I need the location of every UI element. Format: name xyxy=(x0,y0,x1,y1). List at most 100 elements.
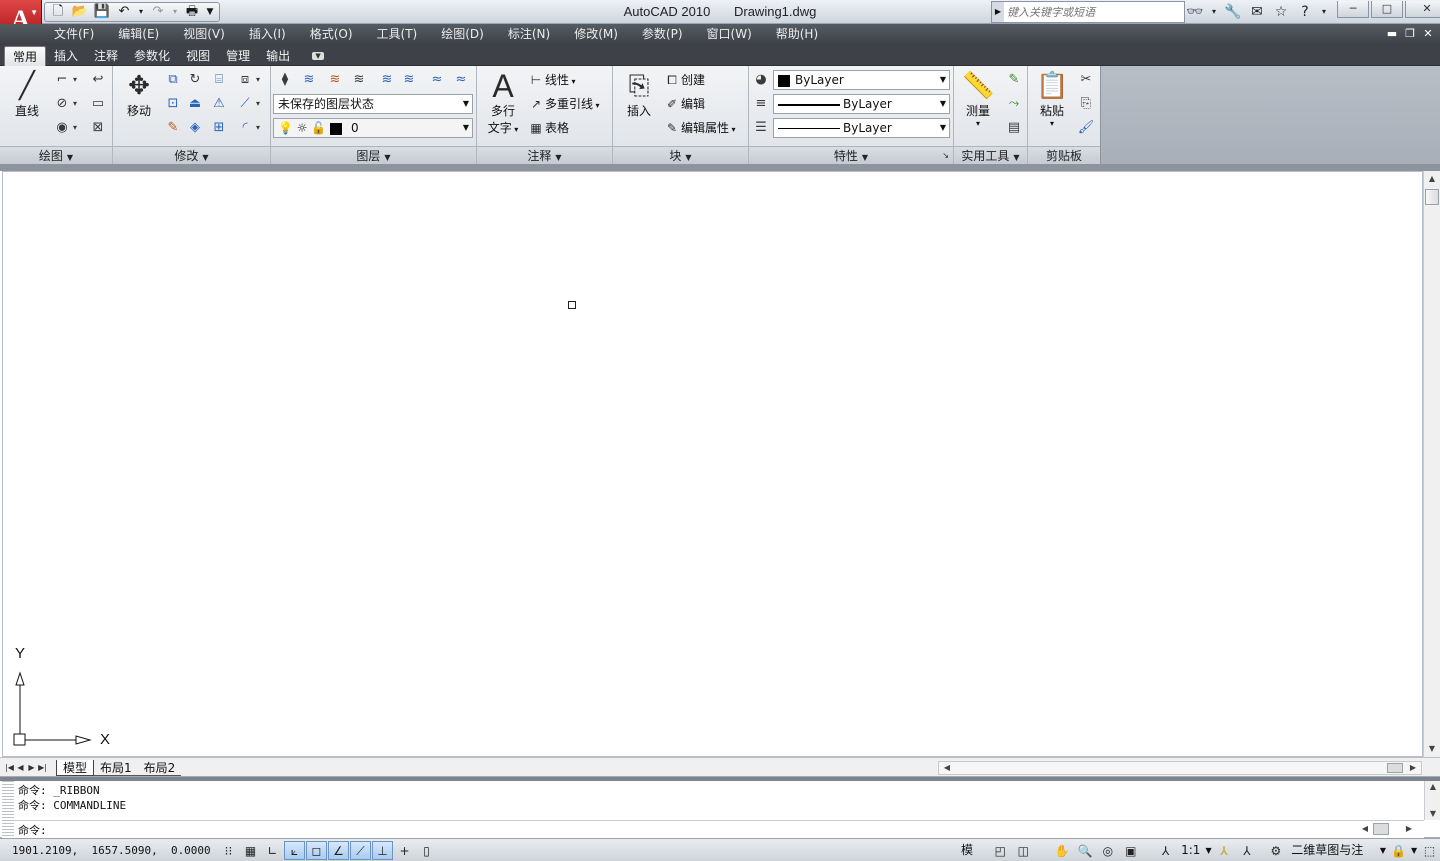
lineweight-icon[interactable]: ≡ xyxy=(751,94,771,114)
chevron-down-icon[interactable]: ▾ xyxy=(253,118,263,138)
chevron-down-icon[interactable]: ▼ xyxy=(1411,841,1417,860)
command-scroll-thumb[interactable] xyxy=(1373,823,1389,835)
tab-parametric[interactable]: 参数化 xyxy=(126,46,178,66)
command-input[interactable] xyxy=(64,822,1344,837)
tab-layout2[interactable]: 布局2 xyxy=(137,760,182,776)
break-icon[interactable]: ⟋ xyxy=(235,94,255,114)
match-properties-icon[interactable]: 🖌 xyxy=(1076,118,1096,138)
erase-icon[interactable]: ✎ xyxy=(163,118,183,138)
layer-off-icon[interactable]: ≈ xyxy=(451,70,471,90)
command-vertical-scrollbar[interactable]: ▲ ▼ xyxy=(1424,781,1440,820)
insert-block-button[interactable]: ⎘ 插入 xyxy=(619,70,659,119)
communication-center-icon[interactable]: ✉ xyxy=(1248,3,1266,21)
tab-insert[interactable]: 插入 xyxy=(46,46,86,66)
draw-panel-title[interactable]: 绘图 ▼ xyxy=(0,146,112,164)
move-button[interactable]: ✥ 移动 xyxy=(119,70,159,119)
menu-draw[interactable]: 绘图(D) xyxy=(429,24,496,45)
next-layout-icon[interactable]: ▶ xyxy=(26,761,37,775)
menu-format[interactable]: 格式(O) xyxy=(298,24,365,45)
paste-button[interactable]: 📋 粘贴 ▾ xyxy=(1032,70,1072,128)
layer-isolate-icon[interactable]: ≋ xyxy=(399,70,419,90)
tab-output[interactable]: 输出 xyxy=(258,46,298,66)
layers-panel-title[interactable]: 图层 ▼ xyxy=(271,146,476,164)
offset-icon[interactable]: ⧈ xyxy=(235,70,255,90)
modify-panel-title[interactable]: 修改 ▼ xyxy=(113,146,270,164)
layer-state-icon[interactable]: ≋ xyxy=(299,70,319,90)
chevron-down-icon[interactable]: ▾ xyxy=(253,70,263,90)
tab-model[interactable]: 模型 xyxy=(56,760,95,776)
horizontal-scrollbar[interactable]: ◀ ▶ xyxy=(938,761,1422,775)
cut-icon[interactable]: ✂ xyxy=(1076,70,1096,90)
quick-select-icon[interactable]: ✎ xyxy=(1004,70,1024,90)
tab-home[interactable]: 常用 xyxy=(4,46,47,66)
doc-restore-icon[interactable]: ❐ xyxy=(1404,27,1416,41)
calculator-icon[interactable]: ▤ xyxy=(1004,118,1024,138)
multiline-text-button[interactable]: A 多行 文字 ▾ xyxy=(483,70,523,136)
chevron-down-icon[interactable]: ▾ xyxy=(1210,3,1218,21)
undo-dropdown-icon[interactable]: ▾ xyxy=(137,3,145,21)
ribbon-minimize-icon[interactable]: ▼ xyxy=(312,51,325,60)
tab-manage[interactable]: 管理 xyxy=(218,46,258,66)
menu-parametric[interactable]: 参数(P) xyxy=(630,24,695,45)
plot-icon[interactable]: 🖶 xyxy=(183,3,201,21)
layer-state-select[interactable]: 未保存的图层状态 ▼ xyxy=(273,94,473,114)
scroll-right-icon[interactable]: ▶ xyxy=(1405,762,1421,774)
color-select[interactable]: ByLayer ▼ xyxy=(773,70,950,90)
fillet-icon[interactable]: ◜ xyxy=(235,118,255,138)
customize-qat-icon[interactable]: ▼ xyxy=(205,3,215,21)
quick-view-drawings-icon[interactable]: ◫ xyxy=(1013,841,1034,860)
properties-panel-title[interactable]: 特性 ▼ ↘ xyxy=(749,146,953,164)
scroll-down-icon[interactable]: ▼ xyxy=(1424,743,1440,755)
pan-icon[interactable]: ✋ xyxy=(1052,841,1073,860)
snap-mode-icon[interactable]: ⁝⁝ xyxy=(218,841,239,860)
redo-dropdown-icon[interactable]: ▾ xyxy=(171,3,179,21)
tab-layout1[interactable]: 布局1 xyxy=(94,760,138,776)
quick-properties-icon[interactable]: ▯ xyxy=(416,841,437,860)
chevron-down-icon[interactable]: ▼ xyxy=(1380,841,1386,860)
menu-help[interactable]: 帮助(H) xyxy=(764,24,830,45)
last-layout-icon[interactable]: ▶| xyxy=(37,761,48,775)
zoom-icon[interactable]: 🔍 xyxy=(1075,841,1096,860)
model-space-button[interactable]: 模型 xyxy=(958,841,988,860)
annotation-scale-icon[interactable]: ⅄ xyxy=(1155,841,1176,860)
edit-block-button[interactable]: ✐ 编辑 xyxy=(663,94,705,114)
explode-icon[interactable]: ◈ xyxy=(185,118,205,138)
expand-arrow-icon[interactable]: ▶ xyxy=(992,2,1004,22)
favorites-star-icon[interactable]: ☆ xyxy=(1272,3,1290,21)
steeringwheel-icon[interactable]: ◎ xyxy=(1097,841,1118,860)
chevron-down-icon[interactable]: ▾ xyxy=(70,70,80,90)
copy-clip-icon[interactable]: ⎘ xyxy=(1076,94,1096,114)
subscription-center-icon[interactable]: 🔧 xyxy=(1224,3,1242,21)
quick-view-layouts-icon[interactable]: ◰ xyxy=(990,841,1011,860)
trim-icon[interactable]: ⌸ xyxy=(209,70,229,90)
linear-dimension-button[interactable]: ⊢ 线性 ▾ xyxy=(527,70,576,90)
scroll-up-icon[interactable]: ▲ xyxy=(1424,173,1440,185)
scroll-left-icon[interactable]: ◀ xyxy=(1357,823,1373,835)
menu-edit[interactable]: 编辑(E) xyxy=(106,24,171,45)
showmotion-icon[interactable]: ▣ xyxy=(1120,841,1141,860)
menu-insert[interactable]: 插入(I) xyxy=(237,24,298,45)
line-button[interactable]: ╱ 直线 xyxy=(6,70,48,119)
scroll-down-icon[interactable]: ▼ xyxy=(1425,808,1440,820)
command-horizontal-scrollbar[interactable]: ◀ ▶ xyxy=(1357,821,1423,837)
layer-properties-icon[interactable]: ⧫ xyxy=(275,70,295,90)
hatch-icon[interactable]: ⊠ xyxy=(88,118,108,138)
edit-attributes-button[interactable]: ✎ 编辑属性 ▾ xyxy=(663,118,736,138)
minimize-button[interactable]: ─ xyxy=(1337,0,1369,18)
first-layout-icon[interactable]: |◀ xyxy=(4,761,15,775)
undo-icon[interactable]: ↶ xyxy=(115,3,133,21)
lineweight-toggle-icon[interactable]: + xyxy=(394,841,415,860)
menu-window[interactable]: 窗口(W) xyxy=(695,24,764,45)
tab-annotate[interactable]: 注释 xyxy=(86,46,126,66)
redo-icon[interactable]: ↷ xyxy=(149,3,167,21)
measure-button[interactable]: 📏 测量 ▾ xyxy=(958,70,998,128)
menu-view[interactable]: 视图(V) xyxy=(171,24,237,45)
block-panel-title[interactable]: 块 ▼ xyxy=(613,146,748,164)
drawing-canvas[interactable] xyxy=(2,171,1423,757)
doc-minimize-icon[interactable]: ▬ xyxy=(1386,27,1398,41)
select-similar-icon[interactable]: ⤳ xyxy=(1004,94,1024,114)
layer-freeze-icon[interactable]: ≈ xyxy=(427,70,447,90)
prev-layout-icon[interactable]: ◀ xyxy=(15,761,26,775)
linetype-select[interactable]: ByLayer ▼ xyxy=(773,118,950,138)
toolbar-lock-icon[interactable]: 🔒 xyxy=(1388,841,1409,860)
